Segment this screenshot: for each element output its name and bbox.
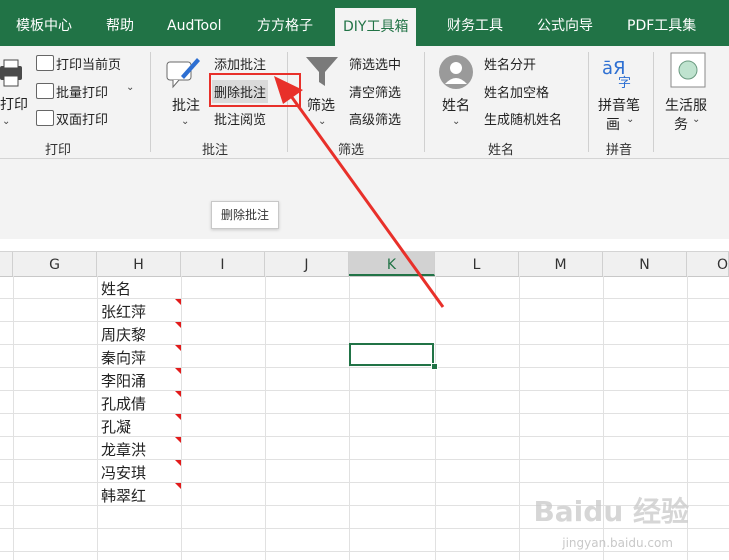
watermark-logo: Baidu 经验 [533, 495, 689, 528]
annotation-arrow-icon [274, 76, 445, 308]
watermark-url: jingyan.baidu.com [562, 536, 673, 550]
